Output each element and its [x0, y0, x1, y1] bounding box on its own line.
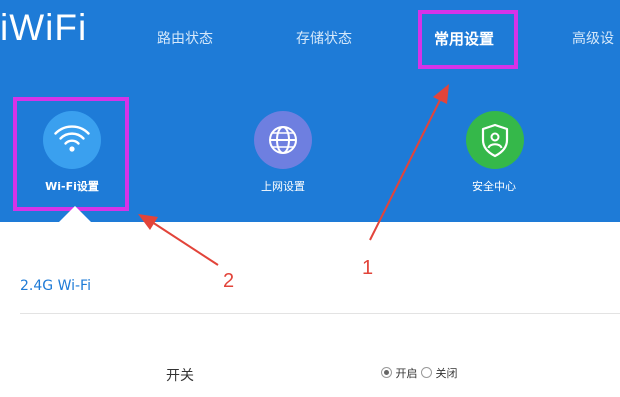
arrow-two-line	[151, 221, 219, 266]
annotation-number-one: 1	[362, 257, 374, 279]
arrow-two-head	[138, 214, 158, 230]
annotation-arrows	[138, 84, 449, 266]
arrow-one-head	[433, 84, 449, 104]
annotation-number-two: 2	[223, 270, 235, 292]
arrow-one-line	[369, 97, 442, 241]
